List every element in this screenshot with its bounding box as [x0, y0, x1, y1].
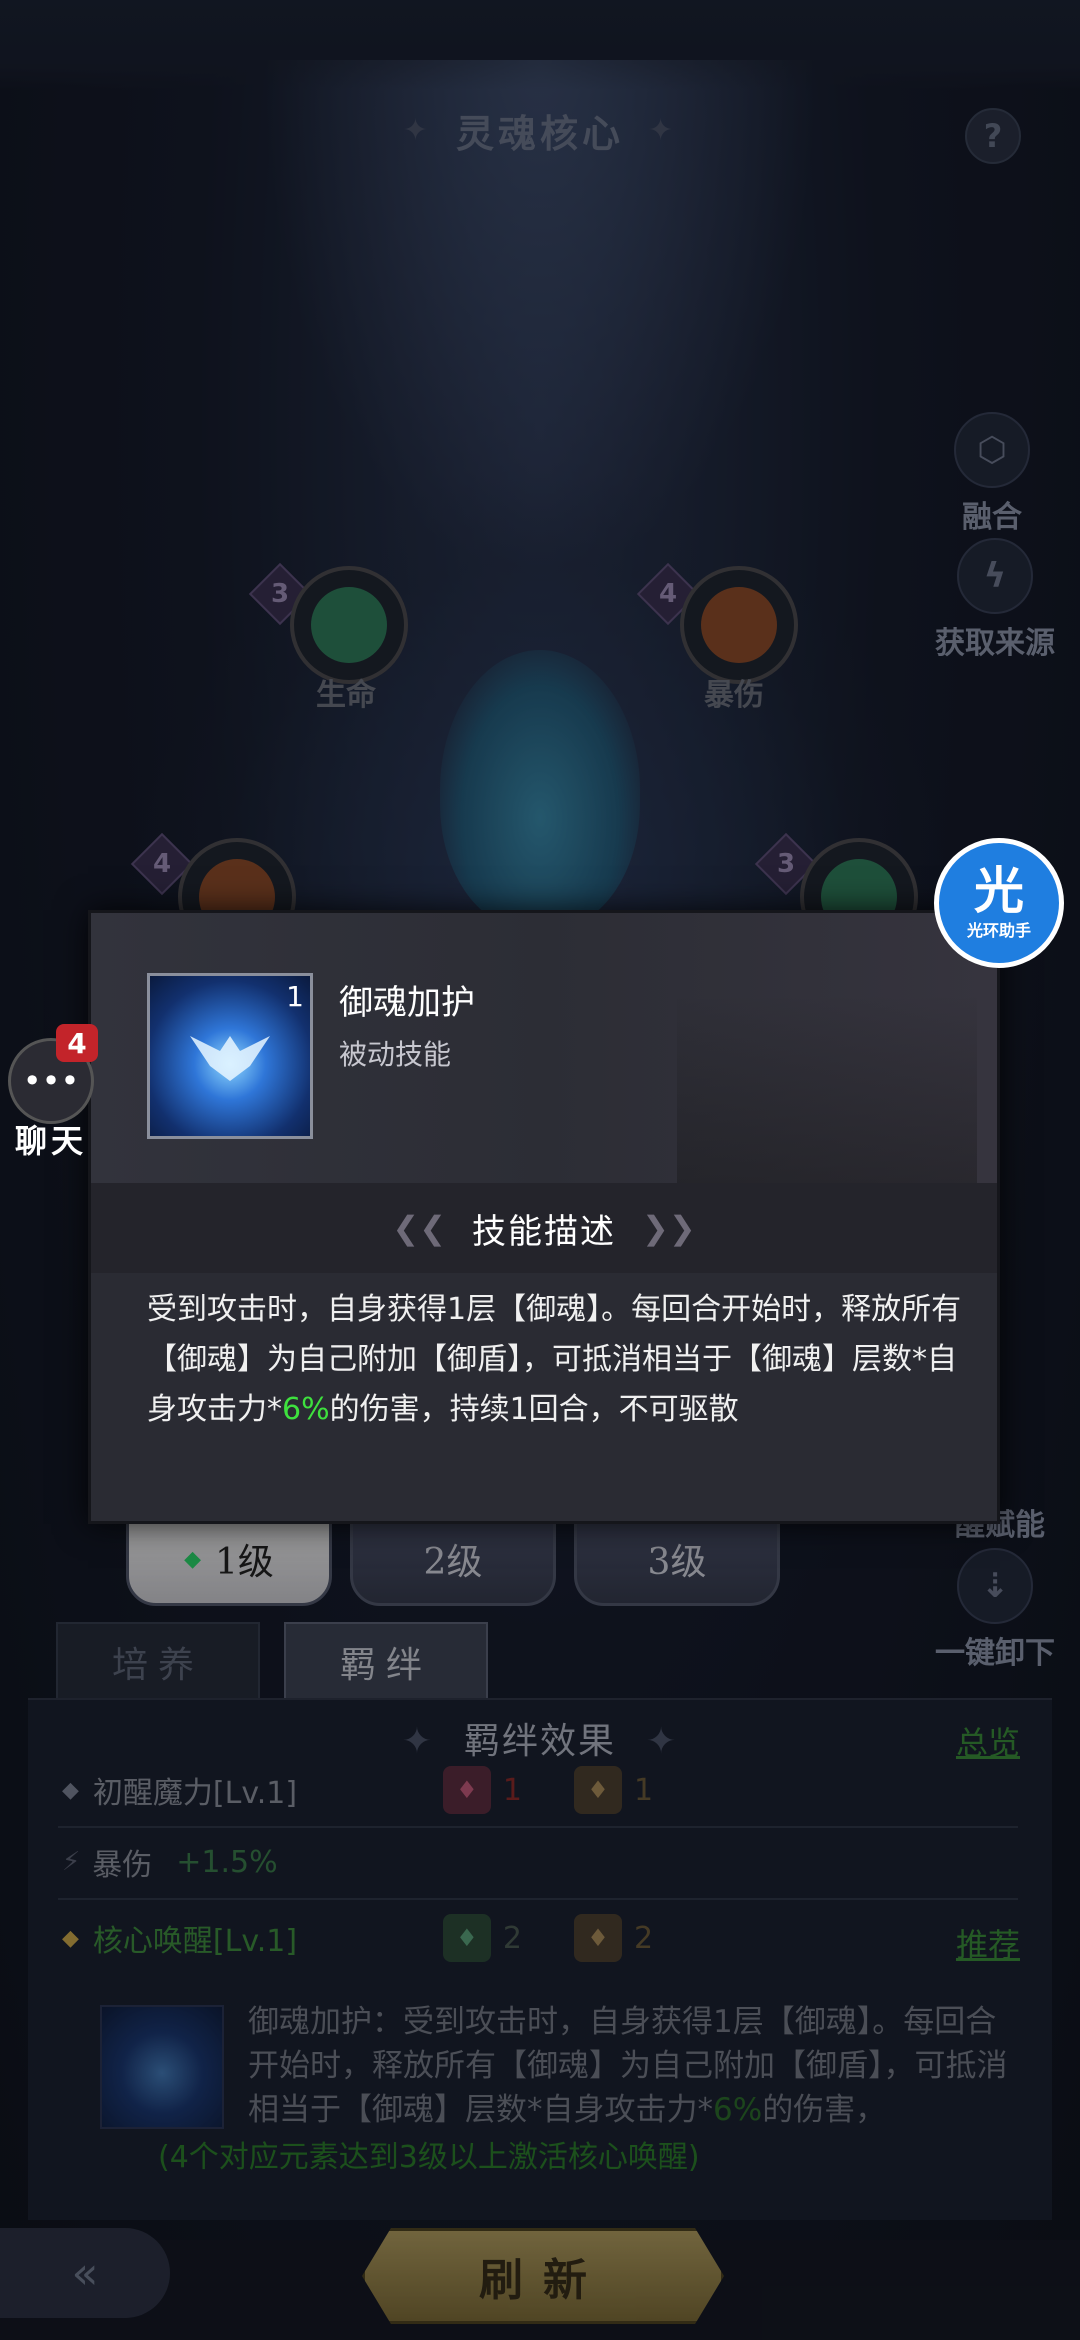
skill-type: 被动技能	[339, 1038, 452, 1071]
skill-name: 御魂加护	[339, 983, 475, 1023]
skill-icon-level: 1	[286, 980, 304, 1013]
assistant-logo: 光	[974, 862, 1024, 920]
assistant-label: 光环助手	[966, 921, 1031, 940]
skill-popup: 1 御魂加护 被动技能 ❮❮ 技能描述 ❯❯ 受到攻击时，自身获得1层【御魂】。…	[88, 910, 1000, 1524]
winged-emblem-icon	[190, 1036, 270, 1081]
chat-unread-badge: 4	[56, 1024, 98, 1062]
skill-icon: 1	[147, 973, 313, 1139]
ornament-left-icon: ❮❮	[392, 1209, 446, 1247]
skill-popup-header: 1 御魂加护 被动技能	[91, 913, 997, 1183]
castle-silhouette	[677, 993, 977, 1183]
description-title: 技能描述	[472, 1211, 616, 1252]
ornament-right-icon: ❯❯	[642, 1209, 696, 1247]
halo-assistant-button[interactable]: 光 光环助手	[934, 838, 1064, 968]
skill-description: 受到攻击时，自身获得1层【御魂】。每回合开始时，释放所有【御魂】为自己附加【御盾…	[147, 1292, 962, 1427]
description-header: ❮❮ 技能描述 ❯❯	[91, 1183, 997, 1273]
chat-button[interactable]: ••• 4 聊天	[8, 1024, 98, 1162]
chat-label: 聊天	[14, 1122, 87, 1160]
